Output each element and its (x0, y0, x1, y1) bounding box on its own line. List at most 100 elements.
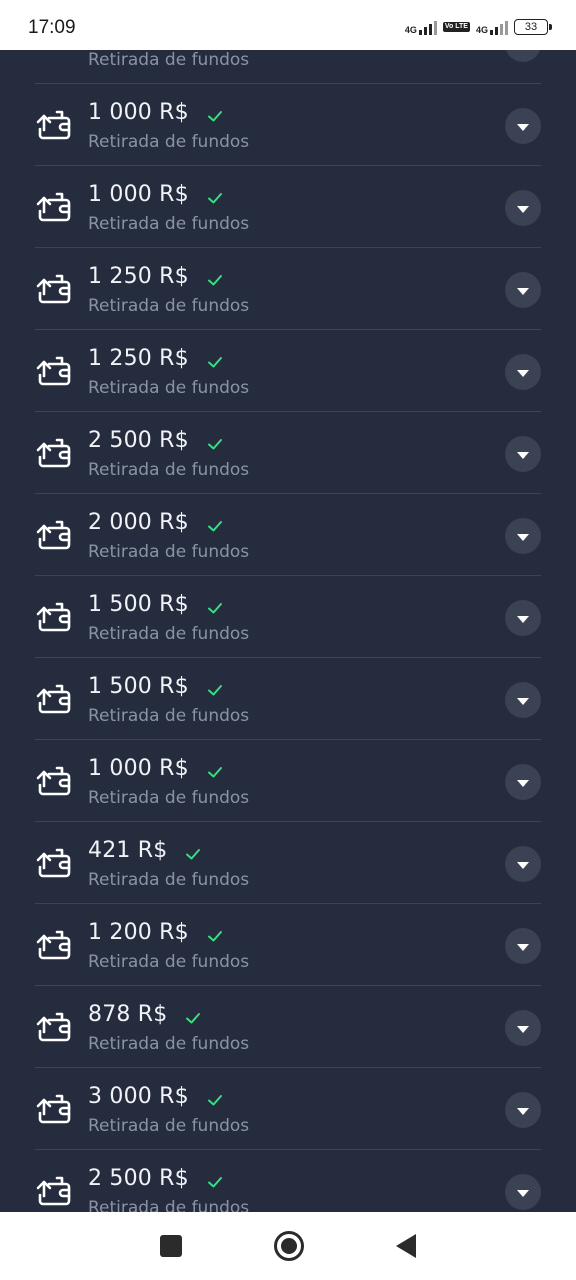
expand-button[interactable] (505, 846, 541, 882)
transaction-amount-wrap: 1 250 R$ (88, 346, 223, 371)
wallet-withdraw-icon (35, 764, 71, 796)
wallet-withdraw-icon (35, 1174, 71, 1206)
caret-down-icon (517, 369, 529, 377)
expand-button[interactable] (505, 436, 541, 472)
transaction-amount-wrap: 1 500 R$ (88, 592, 223, 617)
network-type-label: 4G (404, 25, 417, 35)
transaction-row[interactable]: 2 500 R$ Retirada de fundos (35, 1150, 541, 1212)
check-icon (185, 843, 201, 859)
transaction-amount-wrap: 1 000 R$ (88, 756, 223, 781)
check-icon (207, 1171, 223, 1187)
signal-bars-icon (418, 19, 437, 35)
wallet-withdraw-icon (35, 846, 71, 878)
wallet-withdraw-icon (35, 518, 71, 550)
status-icons: 4G Vo LTE 4G 33 (405, 19, 552, 35)
check-icon (207, 269, 223, 285)
transaction-row[interactable]: 421 R$ Retirada de fundos (35, 822, 541, 904)
transaction-amount: 1 200 R$ (88, 920, 189, 945)
wallet-withdraw-icon (35, 436, 71, 468)
expand-button[interactable] (505, 764, 541, 800)
network-type-label-2: 4G (475, 25, 488, 35)
expand-button[interactable] (505, 518, 541, 554)
wallet-withdraw-icon (35, 108, 71, 140)
caret-down-icon (517, 287, 529, 295)
transaction-amount-wrap: 2 500 R$ (88, 1166, 223, 1191)
check-icon (207, 187, 223, 203)
wallet-withdraw-icon (35, 272, 71, 304)
transaction-amount-wrap: 2 000 R$ (88, 510, 223, 535)
home-button[interactable] (274, 1231, 304, 1261)
expand-button[interactable] (505, 272, 541, 308)
expand-button[interactable] (505, 928, 541, 964)
expand-button[interactable] (505, 190, 541, 226)
transaction-type: Retirada de fundos (88, 624, 250, 644)
transaction-row[interactable]: 1 000 R$ Retirada de fundos (35, 84, 541, 166)
transaction-amount: 1 250 R$ (88, 264, 189, 289)
expand-button[interactable] (505, 1010, 541, 1046)
signal-bars-icon-2 (490, 19, 508, 35)
wallet-withdraw-icon (35, 1092, 71, 1124)
transaction-amount: 1 250 R$ (88, 346, 189, 371)
caret-down-icon (517, 123, 529, 131)
check-icon (207, 351, 223, 367)
transaction-row[interactable]: 1 200 R$ Retirada de fundos (35, 904, 541, 986)
transaction-row[interactable]: 1 500 R$ Retirada de fundos (35, 658, 541, 740)
back-button[interactable] (396, 1234, 416, 1258)
status-bar: 17:09 4G Vo LTE 4G 33 (0, 0, 576, 50)
transaction-amount: 1 500 R$ (88, 592, 189, 617)
transaction-amount: 1 000 R$ (88, 100, 189, 125)
transaction-type: Retirada de fundos (88, 952, 250, 972)
expand-button[interactable] (505, 1092, 541, 1128)
transaction-row[interactable]: 1 250 R$ Retirada de fundos (35, 330, 541, 412)
transaction-type: Retirada de fundos (88, 706, 250, 726)
transaction-amount-wrap: 1 000 R$ (88, 100, 223, 125)
transaction-row[interactable]: 1 500 R$ Retirada de fundos (35, 576, 541, 658)
system-nav-bar (0, 1212, 576, 1280)
transaction-amount-wrap: 1 200 R$ (88, 920, 223, 945)
check-icon (207, 925, 223, 941)
check-icon (207, 515, 223, 531)
transaction-type: Retirada de fundos (88, 1116, 250, 1136)
transaction-type: Retirada de fundos (88, 296, 250, 316)
volte-badge: Vo LTE (442, 22, 470, 32)
transaction-type: Retirada de fundos (88, 50, 250, 70)
transaction-type: Retirada de fundos (88, 378, 250, 398)
transaction-amount: 1 000 R$ (88, 182, 189, 207)
wallet-withdraw-icon (35, 600, 71, 632)
status-time: 17:09 (28, 17, 76, 38)
caret-down-icon (517, 861, 529, 869)
wallet-withdraw-icon (35, 928, 71, 960)
expand-button[interactable] (505, 1174, 541, 1210)
caret-down-icon (517, 1025, 529, 1033)
transaction-row[interactable]: 1 250 R$ Retirada de fundos (35, 248, 541, 330)
caret-down-icon (517, 615, 529, 623)
transaction-row[interactable]: 2 500 R$ Retirada de fundos (35, 412, 541, 494)
transaction-row[interactable]: 878 R$ Retirada de fundos (35, 986, 541, 1068)
transaction-amount: 3 000 R$ (88, 1084, 189, 1109)
check-icon (185, 1007, 201, 1023)
transaction-amount-wrap: 1 000 R$ (88, 182, 223, 207)
check-icon (207, 105, 223, 121)
signal-indicator-1: 4G (405, 19, 437, 35)
transaction-type: Retirada de fundos (88, 214, 250, 234)
transaction-type: Retirada de fundos (88, 788, 250, 808)
transaction-amount-wrap: 3 000 R$ (88, 1084, 223, 1109)
transaction-row[interactable]: 1 000 R$ Retirada de fundos (35, 166, 541, 248)
expand-button[interactable] (505, 600, 541, 636)
check-icon (207, 433, 223, 449)
expand-button[interactable] (505, 354, 541, 390)
transaction-row[interactable]: 3 000 R$ Retirada de fundos (35, 1068, 541, 1150)
transaction-amount-wrap: 1 250 R$ (88, 264, 223, 289)
recents-button[interactable] (160, 1235, 182, 1257)
expand-button[interactable] (505, 108, 541, 144)
transaction-amount: 421 R$ (88, 838, 168, 863)
transaction-row[interactable]: 1 000 R$ Retirada de fundos (35, 740, 541, 822)
transaction-type: Retirada de fundos (88, 1198, 250, 1212)
transaction-row[interactable]: 2 000 R$ Retirada de fundos (35, 494, 541, 576)
transaction-amount-wrap: 878 R$ (88, 1002, 201, 1027)
transaction-type: Retirada de fundos (88, 870, 250, 890)
check-icon (207, 597, 223, 613)
transaction-type: Retirada de fundos (88, 542, 250, 562)
expand-button[interactable] (505, 682, 541, 718)
caret-down-icon (517, 943, 529, 951)
